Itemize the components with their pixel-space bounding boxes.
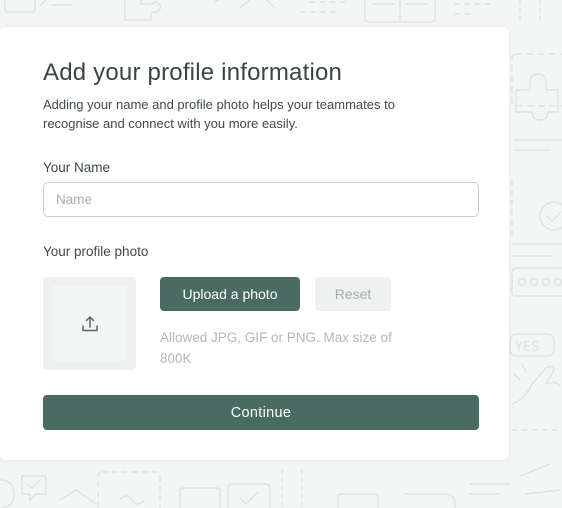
profile-info-card: Add your profile information Adding your… bbox=[0, 27, 509, 460]
hand-icon bbox=[511, 363, 561, 405]
photo-label: Your profile photo bbox=[43, 244, 149, 259]
yes-tag-icon: YES bbox=[509, 333, 555, 357]
svg-text:YES: YES bbox=[514, 340, 539, 355]
photo-preview-inner bbox=[52, 286, 127, 361]
pattern-shapes-icon bbox=[4, 0, 73, 13]
photo-preview[interactable] bbox=[43, 277, 136, 370]
keyboard-icon bbox=[511, 267, 562, 297]
continue-button[interactable]: Continue bbox=[43, 395, 479, 430]
chat-check-icon bbox=[227, 483, 271, 508]
puzzle-right-icon bbox=[515, 73, 559, 121]
name-input[interactable] bbox=[43, 182, 479, 217]
dialog-title: Add your profile information bbox=[43, 59, 343, 86]
photo-help-text: Allowed JPG, GIF or PNG. Max size of 800… bbox=[160, 330, 392, 366]
book-icon bbox=[364, 0, 436, 23]
puzzle-icon bbox=[124, 0, 162, 21]
check-circle-icon bbox=[539, 201, 562, 231]
upload-icon bbox=[81, 315, 98, 331]
upload-photo-button[interactable]: Upload a photo bbox=[160, 277, 300, 311]
reset-photo-button[interactable]: Reset bbox=[315, 277, 391, 311]
chat-icon bbox=[21, 475, 47, 501]
dialog-subtitle: Adding your name and profile photo helps… bbox=[43, 97, 395, 131]
name-label: Your Name bbox=[43, 160, 111, 175]
